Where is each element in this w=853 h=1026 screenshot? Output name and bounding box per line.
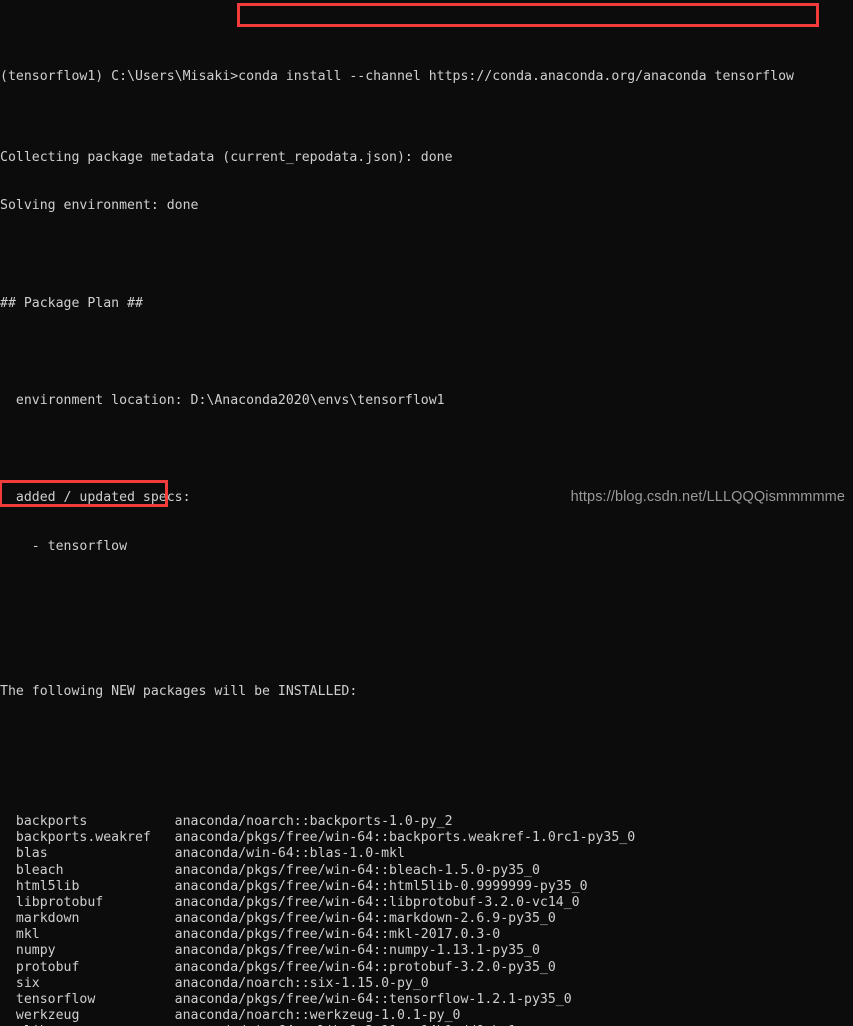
output-blank-2 — [0, 344, 853, 360]
package-name: blas — [0, 846, 175, 862]
package-row: werkzeug anaconda/noarch::werkzeug-1.0.1… — [0, 1008, 853, 1024]
package-name: numpy — [0, 943, 175, 959]
package-row: zlib anaconda/win-64::zlib-1.2.11-vc14h1… — [0, 1024, 853, 1026]
package-spec: anaconda/noarch::backports-1.0-py_2 — [174, 813, 453, 829]
package-row: mkl anaconda/pkgs/free/win-64::mkl-2017.… — [0, 927, 853, 943]
package-spec: anaconda/noarch::werkzeug-1.0.1-py_0 — [174, 1008, 461, 1024]
prompt-command-line: (tensorflow1) C:\Users\Misaki>conda inst… — [0, 68, 794, 84]
output-blank-4 — [0, 587, 853, 603]
package-row: backports.weakref anaconda/pkgs/free/win… — [0, 830, 853, 846]
package-name: mkl — [0, 927, 175, 943]
package-name: tensorflow — [0, 992, 175, 1007]
package-spec: anaconda/pkgs/free/win-64::tensorflow-1.… — [174, 992, 572, 1007]
package-row: html5lib anaconda/pkgs/free/win-64::html… — [0, 879, 853, 895]
package-spec: anaconda/pkgs/free/win-64::bleach-1.5.0-… — [174, 862, 540, 878]
package-row: bleach anaconda/pkgs/free/win-64::bleach… — [0, 863, 853, 879]
package-name: protobuf — [0, 959, 175, 975]
package-spec: anaconda/noarch::six-1.15.0-py_0 — [174, 975, 429, 991]
package-name: zlib — [0, 1024, 175, 1026]
output-line-collecting-metadata: Collecting package metadata (current_rep… — [0, 149, 453, 165]
output-line-solving-environment: Solving environment: done — [0, 198, 199, 214]
package-row: protobuf anaconda/pkgs/free/win-64::prot… — [0, 960, 853, 976]
package-name: backports.weakref — [0, 830, 175, 846]
output-blank-5 — [0, 636, 853, 652]
package-name: markdown — [0, 911, 175, 927]
package-row: blas anaconda/win-64::blas-1.0-mkl — [0, 846, 853, 862]
package-name: werkzeug — [0, 1008, 175, 1024]
package-row: markdown anaconda/pkgs/free/win-64::mark… — [0, 911, 853, 927]
terminal-window[interactable]: (tensorflow1) C:\Users\Misaki>conda inst… — [0, 0, 853, 1026]
output-blank-3 — [0, 441, 853, 457]
package-row: tensorflow anaconda/pkgs/free/win-64::te… — [0, 992, 853, 1008]
package-row: numpy anaconda/pkgs/free/win-64::numpy-1… — [0, 943, 853, 959]
package-row: backports anaconda/noarch::backports-1.0… — [0, 814, 853, 830]
package-name: bleach — [0, 862, 175, 878]
package-row: six anaconda/noarch::six-1.15.0-py_0 — [0, 976, 853, 992]
package-install-list: backports anaconda/noarch::backports-1.0… — [0, 814, 853, 1026]
package-spec: anaconda/pkgs/free/win-64::backports.wea… — [174, 830, 636, 846]
package-name: libprotobuf — [0, 894, 175, 910]
console-output: (tensorflow1) C:\Users\Misaki>conda inst… — [0, 0, 853, 1026]
output-heading-new-packages: The following NEW packages will be INSTA… — [0, 684, 358, 700]
package-spec: anaconda/win-64::zlib-1.2.11-vc14h1cdd9a… — [175, 1024, 516, 1026]
package-spec: anaconda/pkgs/free/win-64::numpy-1.13.1-… — [174, 943, 540, 959]
package-spec: anaconda/win-64::blas-1.0-mkl — [174, 846, 405, 862]
package-name: six — [0, 975, 175, 991]
package-row: libprotobuf anaconda/pkgs/free/win-64::l… — [0, 895, 853, 911]
package-name: html5lib — [0, 878, 175, 894]
output-environment-location: environment location: D:\Anaconda2020\en… — [0, 392, 445, 408]
package-spec: anaconda/pkgs/free/win-64::markdown-2.6.… — [174, 911, 556, 927]
package-spec: anaconda/pkgs/free/win-64::html5lib-0.99… — [174, 878, 588, 894]
output-heading-package-plan: ## Package Plan ## — [0, 295, 143, 311]
output-spec-tensorflow: - tensorflow — [0, 538, 128, 554]
package-name: backports — [0, 813, 175, 829]
package-spec: anaconda/pkgs/free/win-64::libprotobuf-3… — [174, 894, 580, 910]
output-blank-1 — [0, 247, 853, 263]
package-spec: anaconda/pkgs/free/win-64::mkl-2017.0.3-… — [174, 927, 501, 943]
blog-watermark: https://blog.csdn.net/LLLQQQismmmmme — [570, 489, 845, 505]
output-blank-6 — [0, 733, 853, 749]
package-spec: anaconda/pkgs/free/win-64::protobuf-3.2.… — [174, 959, 556, 975]
